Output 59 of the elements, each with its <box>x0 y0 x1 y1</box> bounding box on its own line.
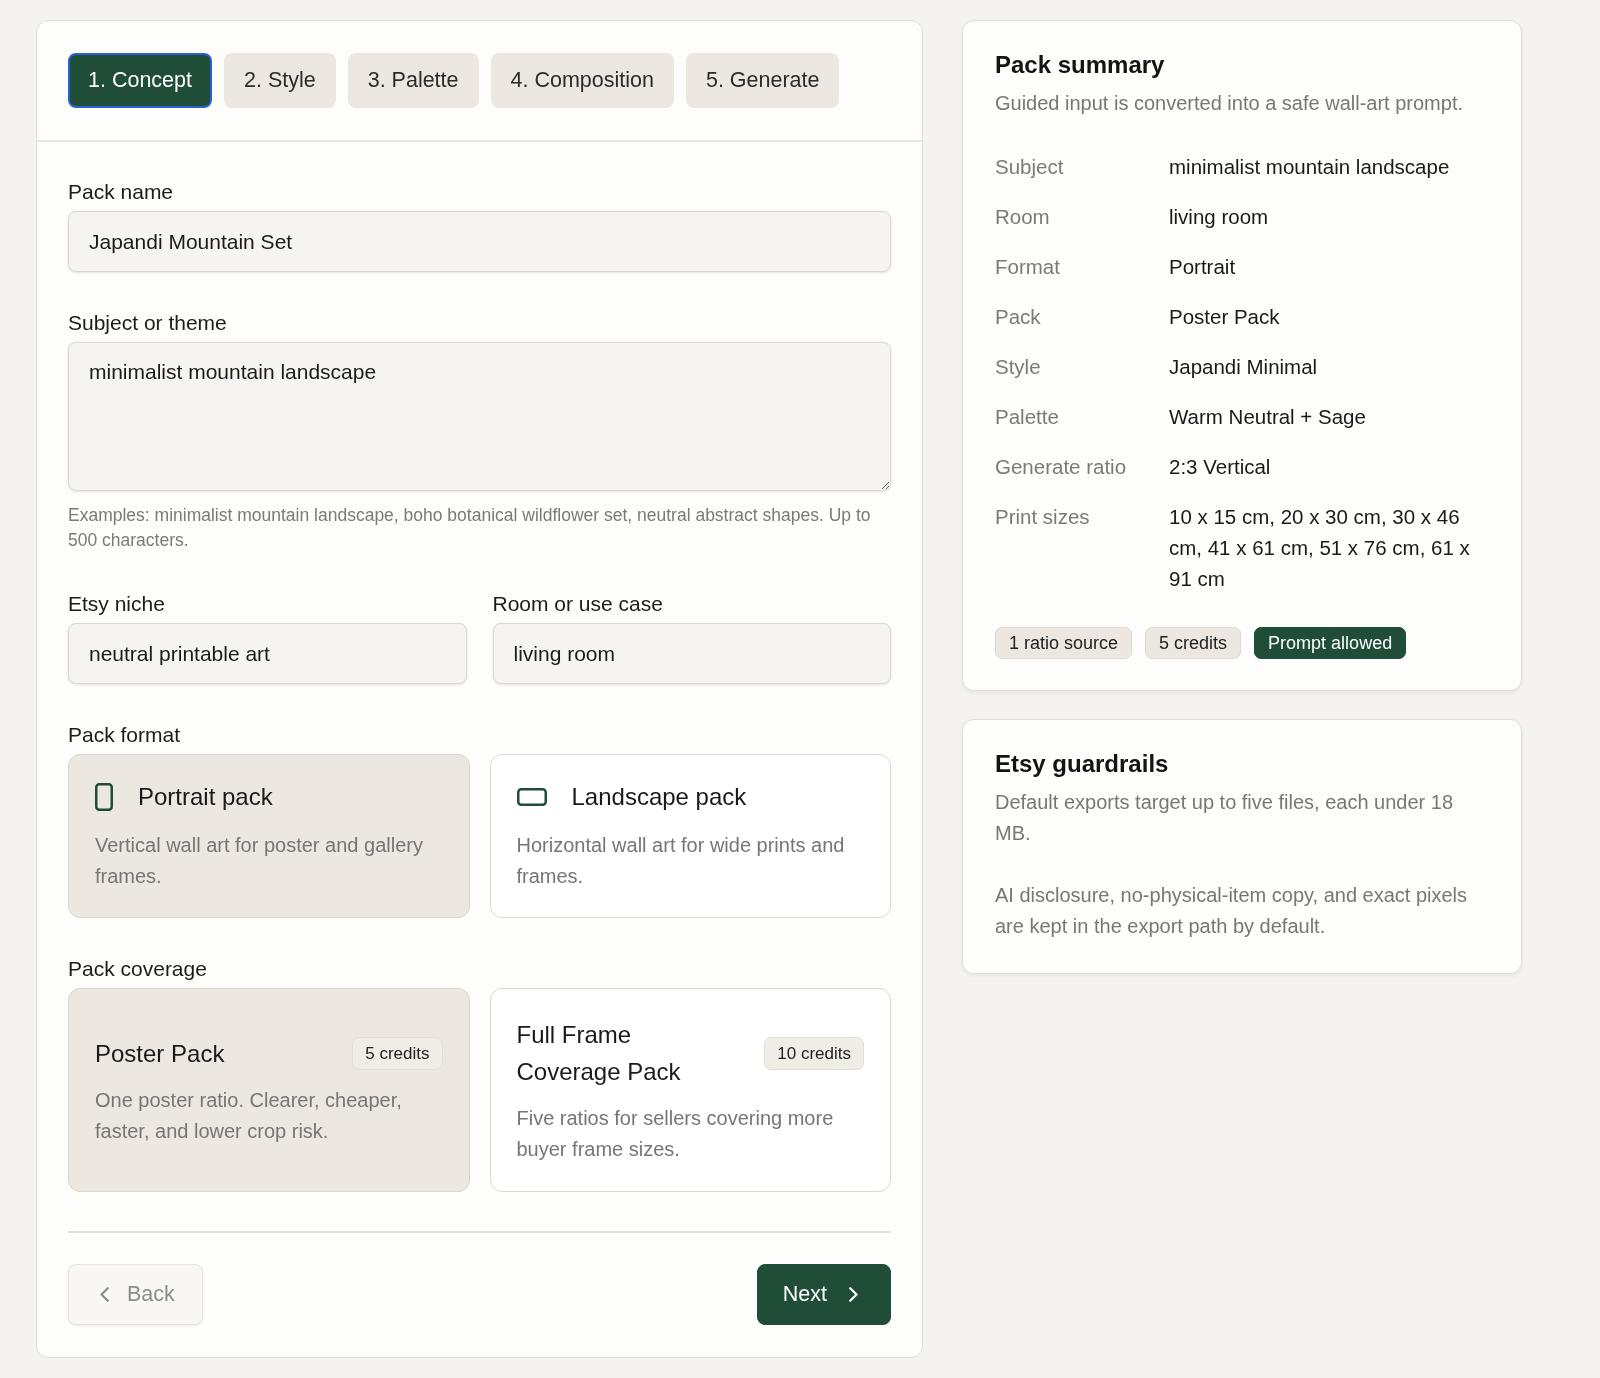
summary-label: Subject <box>995 154 1065 180</box>
text-area[interactable]: minimalist mountain landscape <box>68 342 891 491</box>
summary-value: 2:3 Vertical <box>1169 454 1272 480</box>
coverage-option-card[interactable]: Full Frame Coverage Pack 10 credits Five ratios for sellers covering more buyer frame sizes. <box>489 988 891 1192</box>
summary-label: Room <box>995 204 1051 230</box>
summary-value: Japandi Minimal <box>1169 354 1319 380</box>
summary-value: minimalist mountain landscape <box>1169 154 1451 180</box>
horizontal-rectangle-icon <box>516 788 547 806</box>
status-tag: Prompt allowed <box>1254 627 1407 659</box>
field-label: Pack name <box>68 180 175 204</box>
chevron-left-icon <box>100 1287 109 1302</box>
step-tab[interactable]: 5. Generate <box>685 53 840 108</box>
hint-text: Examples: minimalist mountain landscape, boho botanical wildflower set, neutral abstract shapes. Up to 500 characters. <box>68 504 872 552</box>
format-option-card[interactable]: Landscape pack Horizontal wall art for wide prints and frames. <box>489 754 891 918</box>
text-field[interactable]: living room <box>492 623 891 684</box>
summary-label: Style <box>995 354 1042 380</box>
summary-value: living room <box>1169 204 1270 230</box>
step-tab[interactable]: 1. Concept <box>68 53 212 108</box>
option-title: Portrait pack <box>138 782 273 812</box>
guardrails-text: Default exports target up to five files, each under 18 MB. <box>995 790 1455 846</box>
status-tag: 1 ratio source <box>995 627 1133 659</box>
option-description: Vertical wall art for poster and gallery frames. <box>95 833 424 889</box>
step-tab[interactable]: 2. Style <box>224 53 336 108</box>
vertical-rectangle-icon <box>95 783 113 811</box>
summary-label: Pack <box>995 304 1042 330</box>
text-field[interactable]: Japandi Mountain Set <box>68 211 891 272</box>
option-title: Landscape pack <box>571 782 747 812</box>
chevron-right-icon <box>849 1287 858 1302</box>
field-label: Room or use case <box>492 592 664 616</box>
field-label: Etsy niche <box>68 592 166 616</box>
card-subtitle: Guided input is converted into a safe wall-art prompt. <box>995 91 1465 116</box>
summary-value: Portrait <box>1169 254 1237 280</box>
option-description: One poster ratio. Clearer, cheaper, faster, and lower crop risk. <box>95 1087 403 1144</box>
option-description: Five ratios for sellers covering more buyer frame sizes. <box>516 1106 835 1162</box>
guardrails-text: AI disclosure, no-physical-item copy, and exact pixels are kept in the export path by default. <box>995 883 1469 939</box>
field-label: Pack coverage <box>68 957 208 981</box>
status-tag: 5 credits <box>1145 627 1242 659</box>
summary-value: 10 x 15 cm, 20 x 30 cm, 30 x 46 cm, 41 x 61 cm, 51 x 76 cm, 61 x 91 cm <box>1169 504 1471 592</box>
coverage-option-card[interactable]: Poster Pack 5 credits One poster ratio. Clearer, cheaper, faster, and lower crop risk. <box>68 988 470 1192</box>
next-button[interactable]: Next <box>756 1264 891 1325</box>
format-option-card[interactable]: Portrait pack Vertical wall art for poster and gallery frames. <box>68 754 470 918</box>
option-title: Full Frame Coverage Pack <box>516 1020 682 1087</box>
option-title: Poster Pack <box>95 1038 225 1069</box>
summary-value: Warm Neutral + Sage <box>1169 404 1367 430</box>
card-title: Etsy guardrails <box>995 749 1170 779</box>
card-title: Pack summary <box>995 50 1166 80</box>
summary-value: Poster Pack <box>1169 304 1281 330</box>
step-tab[interactable]: 3. Palette <box>347 53 479 108</box>
text-field[interactable]: neutral printable art <box>68 623 467 684</box>
credits-badge: 5 credits <box>352 1036 443 1070</box>
field-label: Subject or theme <box>68 311 228 335</box>
field-label: Pack format <box>68 723 182 747</box>
step-tab[interactable]: 4. Composition <box>490 53 674 108</box>
summary-label: Format <box>995 254 1061 280</box>
summary-label: Generate ratio <box>995 454 1128 480</box>
summary-label: Palette <box>995 404 1060 430</box>
option-description: Horizontal wall art for wide prints and frames. <box>516 833 846 889</box>
summary-label: Print sizes <box>995 504 1091 530</box>
credits-badge: 10 credits <box>764 1036 864 1070</box>
